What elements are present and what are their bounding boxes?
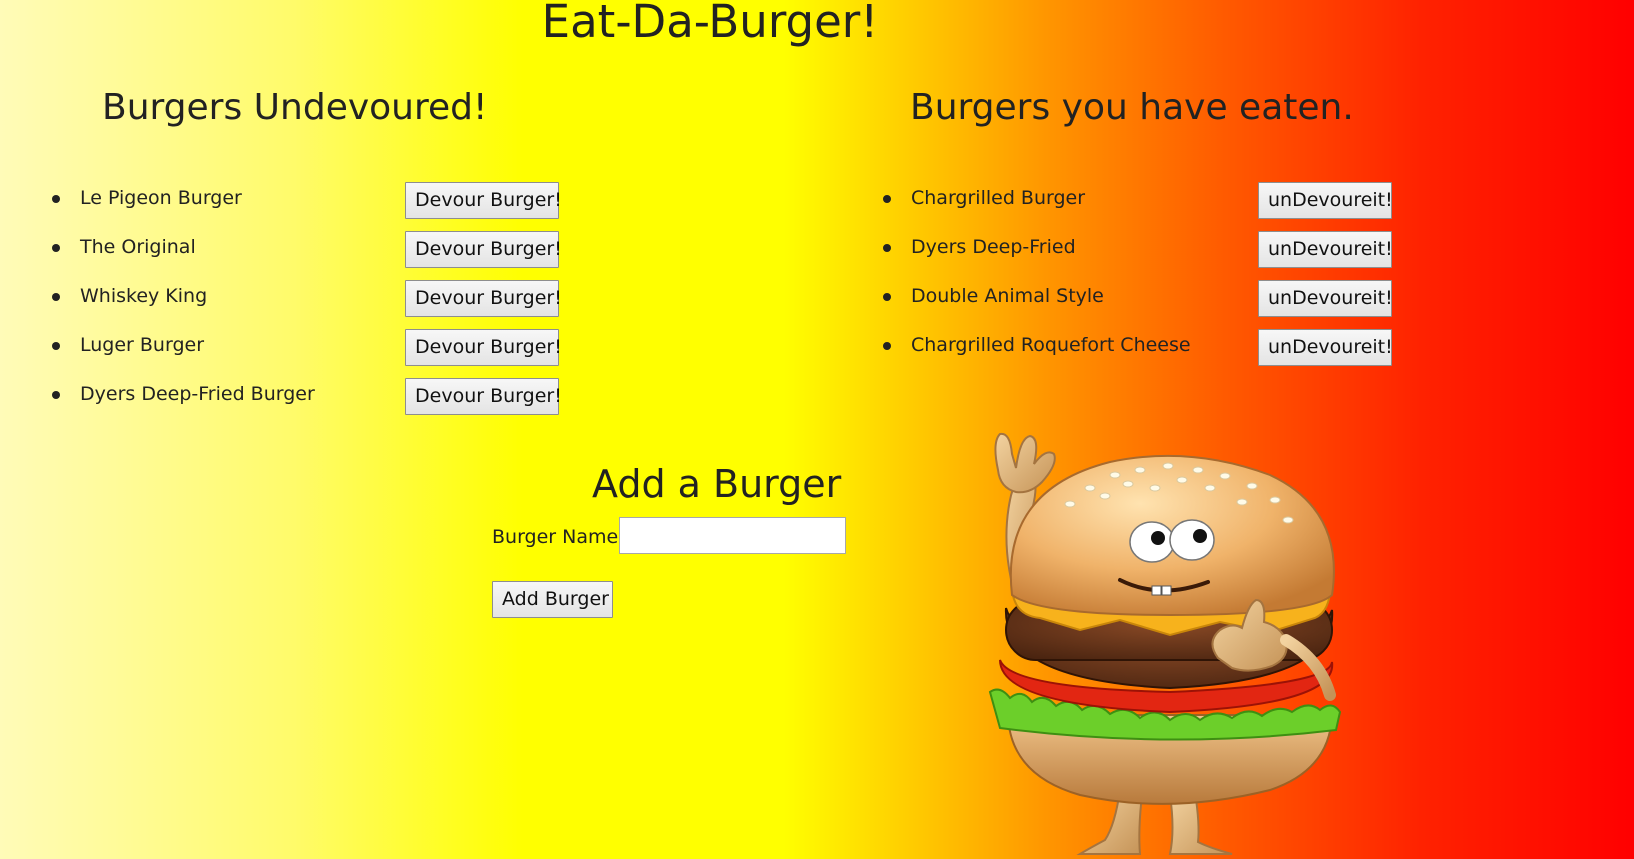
devour-button[interactable]: Devour Burger! [405, 280, 562, 317]
burger-name: Whiskey King [80, 285, 208, 307]
list-item: Dyers Deep-Fried unDevoureit! [883, 231, 1423, 280]
list-item: Chargrilled Burger unDevoureit! [883, 182, 1423, 231]
bullet-icon [52, 293, 60, 301]
bullet-icon [883, 195, 891, 203]
devour-button[interactable]: Devour Burger! [405, 231, 562, 268]
burger-name: Chargrilled Burger [911, 187, 1086, 209]
burger-name: Luger Burger [80, 334, 205, 356]
add-burger-button[interactable]: Add Burger [492, 581, 613, 618]
bullet-icon [883, 293, 891, 301]
bullet-icon [52, 244, 60, 252]
burger-name-label: Burger Name: [492, 526, 625, 548]
devour-button[interactable]: Devour Burger! [405, 378, 562, 415]
bullet-icon [52, 391, 60, 399]
burger-mascot-icon [988, 432, 1342, 855]
list-item: The Original Devour Burger! [52, 231, 572, 280]
list-item: Whiskey King Devour Burger! [52, 280, 572, 329]
burger-name: Dyers Deep-Fried [911, 236, 1076, 258]
burger-name: Double Animal Style [911, 285, 1104, 307]
list-item: Double Animal Style unDevoureit! [883, 280, 1423, 329]
devour-button[interactable]: Devour Burger! [405, 182, 562, 219]
page-title: Eat-Da-Burger! [541, 0, 879, 48]
list-item: Dyers Deep-Fried Burger Devour Burger! [52, 378, 572, 427]
bullet-icon [883, 342, 891, 350]
list-item: Luger Burger Devour Burger! [52, 329, 572, 378]
undevoured-list: Le Pigeon Burger Devour Burger! The Orig… [52, 182, 572, 427]
devoured-heading: Burgers you have eaten. [910, 87, 1354, 128]
burger-name: Dyers Deep-Fried Burger [80, 383, 315, 405]
devour-button[interactable]: Devour Burger! [405, 329, 562, 366]
undevour-button[interactable]: unDevoureit! [1258, 231, 1393, 268]
devoured-list: Chargrilled Burger unDevoureit! Dyers De… [883, 182, 1423, 378]
undevoured-heading: Burgers Undevoured! [102, 87, 488, 128]
bullet-icon [52, 342, 60, 350]
undevour-button[interactable]: unDevoureit! [1258, 182, 1393, 219]
add-burger-heading: Add a Burger [592, 462, 842, 506]
burger-name-input[interactable] [619, 517, 846, 554]
bullet-icon [52, 195, 60, 203]
burger-name: Le Pigeon Burger [80, 187, 242, 209]
list-item: Chargrilled Roquefort Cheese unDevoureit… [883, 329, 1423, 378]
undevour-button[interactable]: unDevoureit! [1258, 329, 1393, 366]
burger-name: Chargrilled Roquefort Cheese [911, 334, 1191, 356]
burger-name: The Original [80, 236, 196, 258]
bullet-icon [883, 244, 891, 252]
list-item: Le Pigeon Burger Devour Burger! [52, 182, 572, 231]
undevour-button[interactable]: unDevoureit! [1258, 280, 1393, 317]
